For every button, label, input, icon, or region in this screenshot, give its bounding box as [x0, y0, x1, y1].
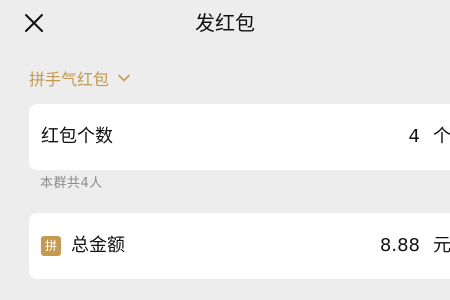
pin-badge-icon: 拼	[41, 236, 61, 256]
packet-count-label: 红包个数	[41, 126, 113, 147]
packet-count-input[interactable]: 4	[360, 104, 420, 170]
total-amount-label: 总金额	[71, 235, 125, 256]
total-amount-card[interactable]: 拼 总金额 8.88 元	[29, 213, 450, 279]
packet-count-unit: 个	[433, 126, 450, 147]
group-member-note: 本群共4人	[40, 176, 103, 191]
chevron-down-icon	[118, 74, 130, 82]
total-amount-input[interactable]: 8.88	[340, 213, 420, 279]
total-amount-unit: 元	[433, 235, 450, 256]
red-packet-type-label: 拼手气红包	[29, 70, 110, 89]
red-packet-type-switch[interactable]: 拼手气红包	[29, 66, 131, 90]
header: 发红包	[0, 0, 450, 48]
page-title: 发红包	[195, 11, 255, 35]
packet-count-card[interactable]: 红包个数 4 个	[29, 104, 450, 170]
